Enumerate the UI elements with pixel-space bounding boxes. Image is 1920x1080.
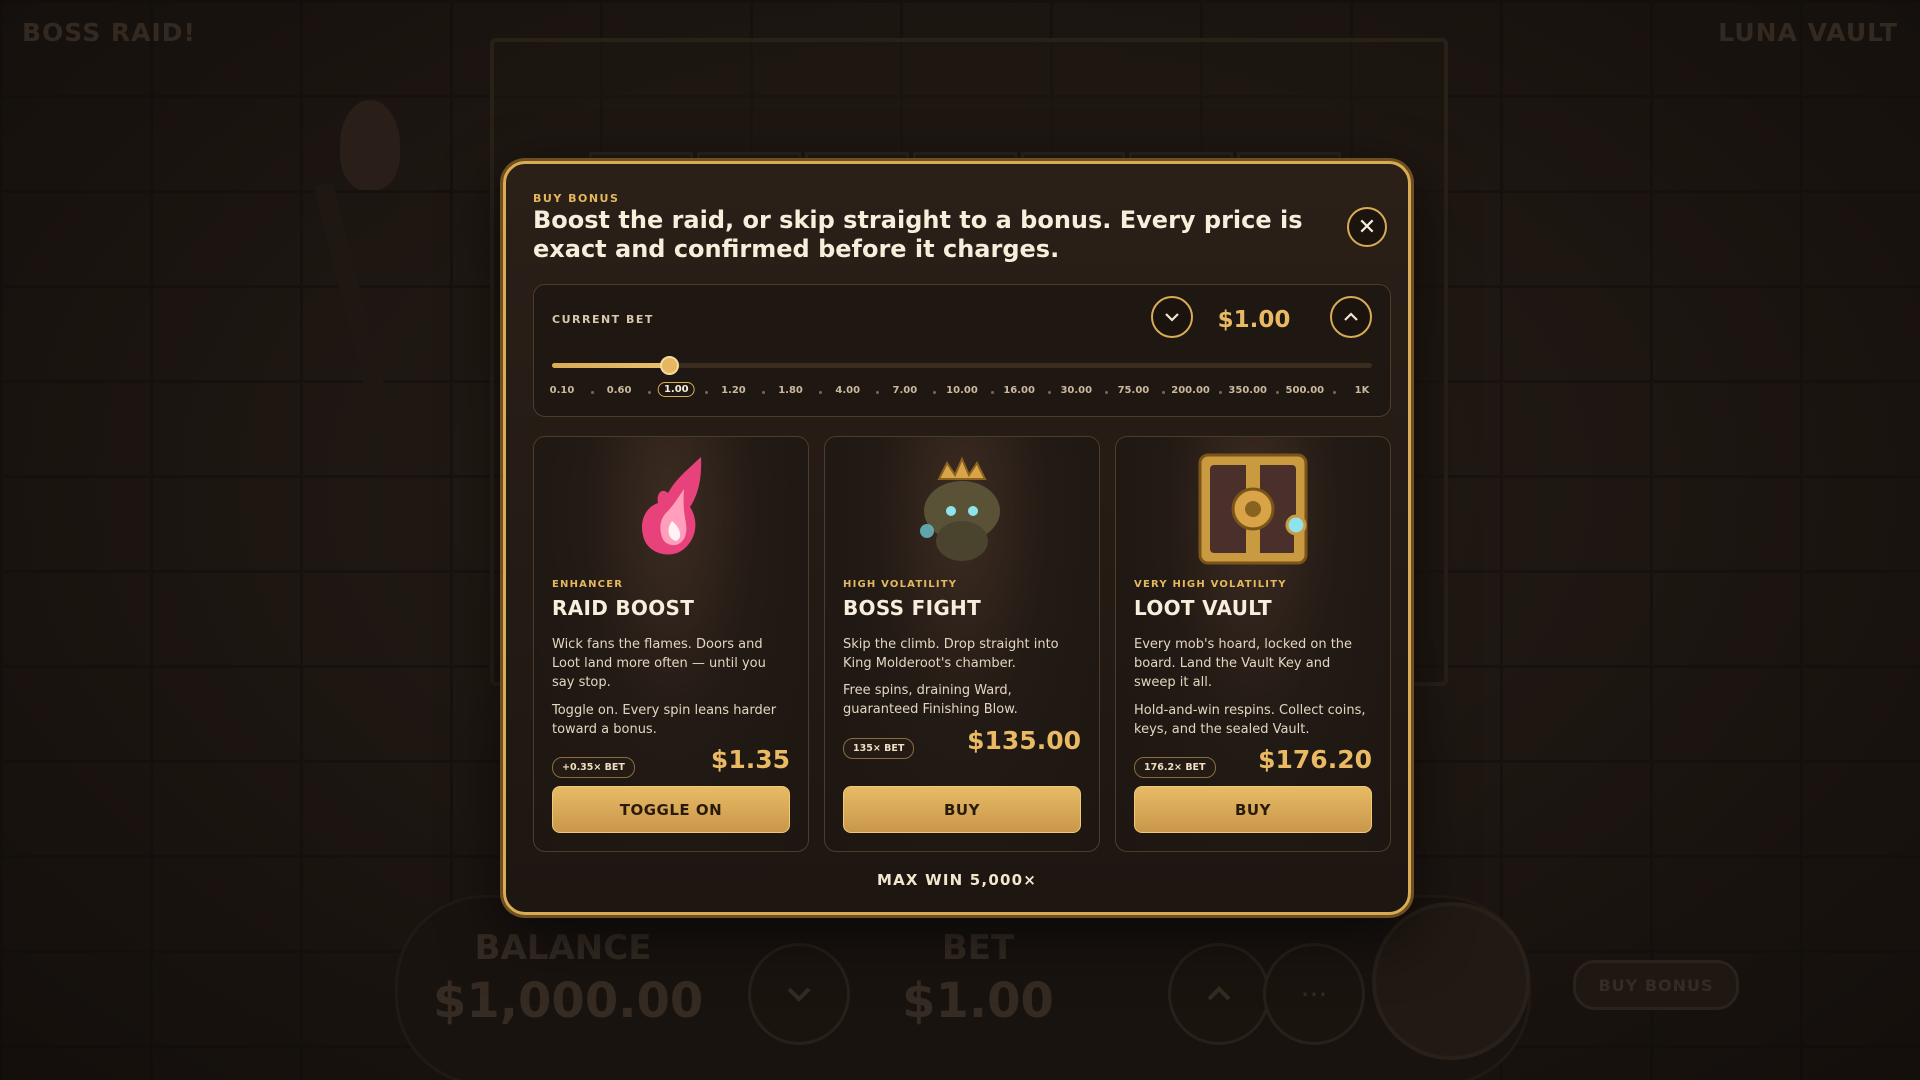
- current-bet-panel: CURRENT BET $1.00 0.10 0.60 1.00 1.20 1.80 4.…: [533, 284, 1391, 417]
- tick-dot: [1047, 391, 1051, 394]
- tick-dot: [990, 391, 994, 394]
- current-bet-label: CURRENT BET: [552, 313, 654, 326]
- bet-tick-label[interactable]: 7.00: [893, 385, 918, 396]
- bet-tick-label[interactable]: 10.00: [946, 385, 978, 396]
- bet-tick-label[interactable]: 75.00: [1118, 385, 1150, 396]
- tick-dot: [819, 391, 823, 394]
- bet-decrease-button[interactable]: [1151, 296, 1193, 338]
- bet-tick-label[interactable]: 200.00: [1171, 385, 1210, 396]
- bet-ticks: 0.10 0.60 1.00 1.20 1.80 4.00 7.00 10.00 16.00 30…: [534, 382, 1390, 401]
- bet-tick-label[interactable]: 16.00: [1003, 385, 1035, 396]
- close-icon: ✕: [1357, 214, 1377, 240]
- card-tag: ENHANCER: [552, 579, 624, 590]
- tick-dot: [762, 391, 765, 394]
- tick-dot: [590, 391, 594, 394]
- card-description-detail: Free spins, draining Ward, guaranteed Fi…: [843, 683, 1018, 717]
- card-tag: VERY HIGH VOLATILITY: [1134, 579, 1287, 590]
- card-description: Skip the climb. Drop straight into King …: [843, 637, 1059, 671]
- tick-dot: [647, 391, 651, 394]
- bet-tick-label[interactable]: 4.00: [835, 385, 860, 396]
- vault-chest-icon: [1198, 453, 1308, 565]
- tick-dot: [1104, 391, 1108, 394]
- tick-dot: [1219, 391, 1223, 394]
- tick-dot: [933, 391, 937, 394]
- tick-dot: [704, 391, 708, 394]
- card-price: $135.00: [967, 726, 1081, 755]
- card-title: BOSS FIGHT: [843, 596, 982, 620]
- tick-dot: [1333, 391, 1337, 394]
- bet-slider[interactable]: [552, 356, 1372, 375]
- buy-loot-vault-button[interactable]: BUY: [1134, 786, 1372, 833]
- modal-headline: Boost the raid, or skip straight to a bo…: [533, 206, 1303, 263]
- bet-tick-label[interactable]: 30.00: [1060, 385, 1092, 396]
- mushroom-king-icon: [920, 456, 1000, 561]
- chevron-down-icon: [1165, 313, 1179, 322]
- multiplier-badge: 135× BET: [843, 738, 915, 759]
- bet-tick-label[interactable]: 1.00: [657, 382, 695, 397]
- card-description-detail: Hold-and-win respins. Collect coins, key…: [1134, 703, 1366, 737]
- card-price: $1.35: [710, 745, 790, 774]
- max-win-label: MAX WIN 5,000×: [876, 871, 1038, 889]
- flame-icon: [641, 457, 702, 555]
- current-bet-value: $1.00: [1217, 307, 1291, 333]
- card-description: Wick fans the flames. Doors and Loot lan…: [552, 637, 766, 690]
- bet-tick-label[interactable]: 1K: [1355, 385, 1370, 396]
- card-price: $176.20: [1258, 745, 1372, 774]
- bet-tick-label[interactable]: 1.80: [778, 385, 803, 396]
- bet-slider-thumb[interactable]: [660, 356, 679, 375]
- card-boss-fight: HIGH VOLATILITY BOSS FIGHT Skip the clim…: [824, 436, 1100, 852]
- buy-bonus-modal: BUY BONUS Boost the raid, or skip straig…: [503, 161, 1411, 915]
- chevron-up-icon: [1344, 312, 1358, 321]
- card-description-detail: Toggle on. Every spin leans harder towar…: [552, 703, 777, 737]
- toggle-on-button[interactable]: TOGGLE ON: [552, 786, 790, 833]
- tick-dot: [876, 391, 880, 394]
- tick-dot: [1276, 391, 1280, 394]
- card-loot-vault: VERY HIGH VOLATILITY LOOT VAULT Every mo…: [1115, 436, 1391, 852]
- multiplier-badge: 176.2× BET: [1134, 757, 1216, 778]
- multiplier-badge: +0.35× BET: [552, 757, 635, 778]
- bet-tick-label[interactable]: 350.00: [1228, 385, 1267, 396]
- card-title: RAID BOOST: [552, 596, 695, 620]
- card-title: LOOT VAULT: [1134, 596, 1272, 620]
- close-button[interactable]: ✕: [1347, 207, 1387, 247]
- bet-increase-button[interactable]: [1330, 296, 1372, 338]
- bet-tick-label[interactable]: 1.20: [721, 385, 746, 396]
- bet-tick-label[interactable]: 500.00: [1286, 385, 1325, 396]
- bet-tick-label[interactable]: 0.10: [550, 385, 575, 396]
- tick-dot: [1162, 391, 1165, 394]
- buy-boss-fight-button[interactable]: BUY: [843, 786, 1081, 833]
- card-description: Every mob's hoard, locked on the board. …: [1134, 637, 1353, 690]
- bet-slider-fill: [552, 363, 669, 368]
- bet-tick-label[interactable]: 0.60: [607, 385, 632, 396]
- modal-eyebrow: BUY BONUS: [533, 192, 620, 205]
- card-tag: HIGH VOLATILITY: [843, 579, 958, 590]
- card-raid-boost: ENHANCER RAID BOOST Wick fans the flames…: [533, 436, 809, 852]
